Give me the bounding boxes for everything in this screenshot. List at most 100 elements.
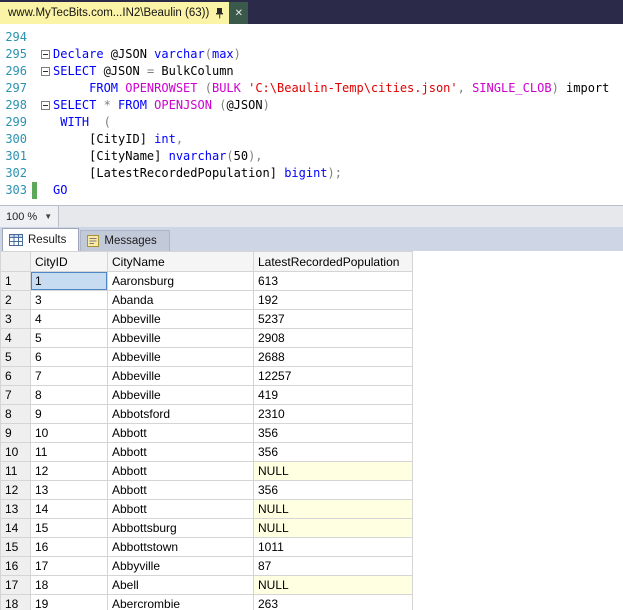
row-header[interactable]: 12	[0, 480, 31, 500]
grid-cell[interactable]: 15	[30, 518, 108, 538]
grid-cell[interactable]: Abbeville	[107, 385, 254, 405]
row-header[interactable]: 14	[0, 518, 31, 538]
grid-cell[interactable]: Abbeville	[107, 309, 254, 329]
grid-cell[interactable]: 3	[30, 290, 108, 310]
grid-cell[interactable]: 7	[30, 366, 108, 386]
grid-cell[interactable]: Abbott	[107, 499, 254, 519]
grid-cell[interactable]: 613	[253, 271, 413, 291]
code-line[interactable]: 303 GO	[0, 182, 623, 199]
grid-cell[interactable]: 87	[253, 556, 413, 576]
tab-messages[interactable]: Messages	[80, 230, 170, 251]
row-header[interactable]: 13	[0, 499, 31, 519]
grid-cell[interactable]: Abbeville	[107, 347, 254, 367]
row-header[interactable]: 15	[0, 537, 31, 557]
grid-cell[interactable]: 11	[30, 442, 108, 462]
grid-cell[interactable]: 356	[253, 442, 413, 462]
row-header[interactable]: 7	[0, 385, 31, 405]
column-header[interactable]: LatestRecordedPopulation	[253, 251, 413, 272]
grid-cell[interactable]: Abbeville	[107, 366, 254, 386]
grid-cell[interactable]: Abbyville	[107, 556, 254, 576]
grid-cell[interactable]: Abbotsford	[107, 404, 254, 424]
code-line[interactable]: 299 WITH (	[0, 114, 623, 131]
grid-corner-cell[interactable]	[0, 251, 31, 272]
row-header[interactable]: 9	[0, 423, 31, 443]
grid-cell[interactable]: 2908	[253, 328, 413, 348]
row-header[interactable]: 2	[0, 290, 31, 310]
grid-cell[interactable]: 16	[30, 537, 108, 557]
code-line[interactable]: 295 Declare @JSON varchar(max)	[0, 46, 623, 63]
row-header[interactable]: 11	[0, 461, 31, 481]
document-tab[interactable]: www.MyTecBits.com...IN2\Beaulin (63))	[0, 2, 230, 24]
code-line[interactable]: 298 SELECT * FROM OPENJSON (@JSON)	[0, 97, 623, 114]
code-line[interactable]: 294	[0, 29, 623, 46]
grid-cell[interactable]: NULL	[253, 499, 413, 519]
grid-cell[interactable]: 18	[30, 575, 108, 595]
row-header[interactable]: 4	[0, 328, 31, 348]
tab-results[interactable]: Results	[2, 228, 80, 251]
grid-cell[interactable]: 9	[30, 404, 108, 424]
grid-cell[interactable]: 2310	[253, 404, 413, 424]
code-editor[interactable]: 294 295 Declare @JSON varchar(max) 296 SELEC…	[0, 24, 623, 205]
grid-cell[interactable]: 14	[30, 499, 108, 519]
row-header[interactable]: 1	[0, 271, 31, 291]
fold-collapse-icon[interactable]	[40, 101, 50, 110]
grid-cell[interactable]: Abbott	[107, 461, 254, 481]
grid-cell[interactable]: Abbott	[107, 480, 254, 500]
grid-cell[interactable]: 4	[30, 309, 108, 329]
code-line[interactable]: 301 [CityName] nvarchar(50),	[0, 148, 623, 165]
grid-cell[interactable]: 17	[30, 556, 108, 576]
row-header[interactable]: 5	[0, 347, 31, 367]
pin-icon[interactable]	[215, 7, 224, 19]
grid-cell[interactable]: NULL	[253, 518, 413, 538]
code-text: [LatestRecordedPopulation] bigint);	[53, 166, 342, 180]
grid-cell[interactable]: Abanda	[107, 290, 254, 310]
row-header[interactable]: 6	[0, 366, 31, 386]
grid-cell[interactable]: Abbott	[107, 423, 254, 443]
code-text: SELECT @JSON = BulkColumn	[53, 64, 234, 78]
grid-cell[interactable]: NULL	[253, 461, 413, 481]
grid-cell[interactable]: 1011	[253, 537, 413, 557]
fold-margin	[37, 29, 53, 46]
grid-cell[interactable]: 6	[30, 347, 108, 367]
code-line[interactable]: 300 [CityID] int,	[0, 131, 623, 148]
grid-cell[interactable]: 5	[30, 328, 108, 348]
grid-cell[interactable]: Aaronsburg	[107, 271, 254, 291]
row-header[interactable]: 18	[0, 594, 31, 610]
grid-cell[interactable]: Abercrombie	[107, 594, 254, 610]
grid-cell[interactable]: 5237	[253, 309, 413, 329]
grid-cell[interactable]: 12257	[253, 366, 413, 386]
grid-cell[interactable]: 10	[30, 423, 108, 443]
grid-cell[interactable]: 356	[253, 423, 413, 443]
row-header[interactable]: 16	[0, 556, 31, 576]
grid-cell[interactable]: 13	[30, 480, 108, 500]
grid-cell[interactable]: NULL	[253, 575, 413, 595]
row-header[interactable]: 8	[0, 404, 31, 424]
grid-cell[interactable]: 2688	[253, 347, 413, 367]
grid-cell[interactable]: Abbott	[107, 442, 254, 462]
code-line[interactable]: 302 [LatestRecordedPopulation] bigint);	[0, 165, 623, 182]
grid-cell[interactable]: 19	[30, 594, 108, 610]
grid-cell[interactable]: Abbottsburg	[107, 518, 254, 538]
grid-cell[interactable]: Abbottstown	[107, 537, 254, 557]
row-header[interactable]: 17	[0, 575, 31, 595]
fold-collapse-icon[interactable]	[40, 67, 50, 76]
column-header[interactable]: CityID	[30, 251, 108, 272]
column-header[interactable]: CityName	[107, 251, 254, 272]
zoom-select[interactable]: 100 % ▼	[0, 206, 60, 227]
grid-cell[interactable]: Abell	[107, 575, 254, 595]
grid-cell[interactable]: 8	[30, 385, 108, 405]
grid-cell[interactable]: 263	[253, 594, 413, 610]
row-header[interactable]: 3	[0, 309, 31, 329]
grid-cell[interactable]: 356	[253, 480, 413, 500]
horizontal-scrollbar[interactable]	[59, 206, 623, 227]
grid-cell[interactable]: 1	[30, 271, 108, 291]
grid-cell[interactable]: 192	[253, 290, 413, 310]
fold-collapse-icon[interactable]	[40, 50, 50, 59]
grid-cell[interactable]: 12	[30, 461, 108, 481]
code-line[interactable]: 296 SELECT @JSON = BulkColumn	[0, 63, 623, 80]
row-header[interactable]: 10	[0, 442, 31, 462]
grid-cell[interactable]: Abbeville	[107, 328, 254, 348]
grid-cell[interactable]: 419	[253, 385, 413, 405]
code-line[interactable]: 297 FROM OPENROWSET (BULK 'C:\Beaulin-Te…	[0, 80, 623, 97]
close-icon[interactable]: ✕	[229, 2, 249, 24]
